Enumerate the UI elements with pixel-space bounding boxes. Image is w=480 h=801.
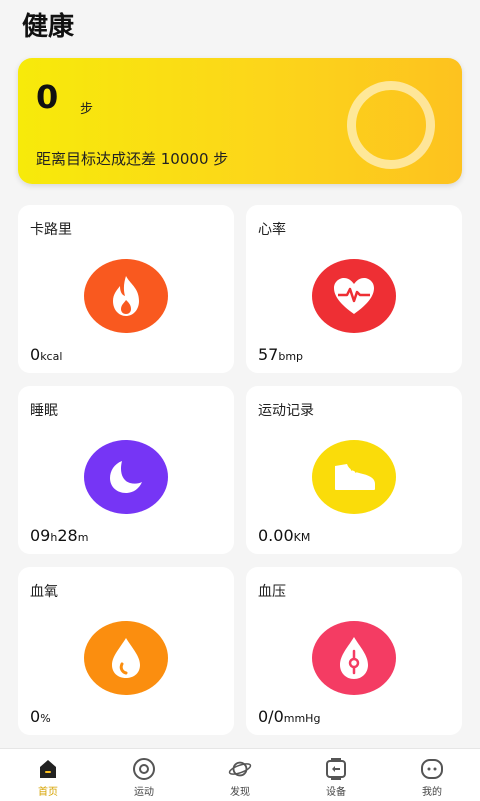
- face-icon: [420, 757, 444, 781]
- tab-label: 发现: [230, 787, 250, 798]
- droplet-icon: [84, 621, 168, 695]
- card-title: 运动记录: [258, 403, 314, 419]
- tab-label: 我的: [422, 787, 442, 798]
- step-unit: 步: [80, 102, 94, 117]
- exercise-value: 0.00KM: [258, 526, 311, 545]
- planet-icon: [228, 757, 252, 781]
- card-title: 血氧: [30, 584, 58, 600]
- tab-discover[interactable]: 发现: [192, 749, 288, 801]
- card-title: 血压: [258, 584, 286, 600]
- exercise-record-card[interactable]: 运动记录 0.00KM: [246, 386, 462, 554]
- calories-value: 0kcal: [30, 345, 63, 364]
- home-icon: [36, 757, 60, 781]
- card-title: 卡路里: [30, 222, 72, 238]
- tab-mine[interactable]: 我的: [384, 749, 480, 801]
- blood-oxygen-value: 0%: [30, 707, 51, 726]
- card-title: 心率: [258, 222, 286, 238]
- watch-icon: [324, 757, 348, 781]
- tab-home[interactable]: 首页: [0, 749, 96, 801]
- bottom-tab-bar: 首页 运动 发现 设备 我的: [0, 748, 480, 801]
- sleep-value: 09h28m: [30, 526, 89, 545]
- step-progress-ring: [347, 81, 435, 169]
- tab-device[interactable]: 设备: [288, 749, 384, 801]
- step-count: 0: [36, 78, 59, 116]
- blood-pressure-card[interactable]: 血压 0/0mmHg: [246, 567, 462, 735]
- flame-icon: [84, 259, 168, 333]
- blood-pressure-value: 0/0mmHg: [258, 707, 321, 726]
- tab-sport[interactable]: 运动: [96, 749, 192, 801]
- step-summary-card[interactable]: 0 步 距离目标达成还差 10000 步: [18, 58, 462, 184]
- card-title: 睡眠: [30, 403, 58, 419]
- shoe-icon: [312, 440, 396, 514]
- blood-oxygen-card[interactable]: 血氧 0%: [18, 567, 234, 735]
- heart-rate-value: 57bmp: [258, 345, 304, 364]
- tab-label: 运动: [134, 787, 154, 798]
- pressure-drop-icon: [312, 621, 396, 695]
- target-icon: [132, 757, 156, 781]
- tab-label: 设备: [326, 787, 346, 798]
- calories-card[interactable]: 卡路里 0kcal: [18, 205, 234, 373]
- tab-label: 首页: [38, 787, 58, 798]
- step-goal-text: 距离目标达成还差 10000 步: [36, 150, 229, 168]
- heart-rate-card[interactable]: 心率 57bmp: [246, 205, 462, 373]
- heart-pulse-icon: [312, 259, 396, 333]
- moon-icon: [84, 440, 168, 514]
- sleep-card[interactable]: 睡眠 09h28m: [18, 386, 234, 554]
- page-title: 健康: [22, 12, 75, 42]
